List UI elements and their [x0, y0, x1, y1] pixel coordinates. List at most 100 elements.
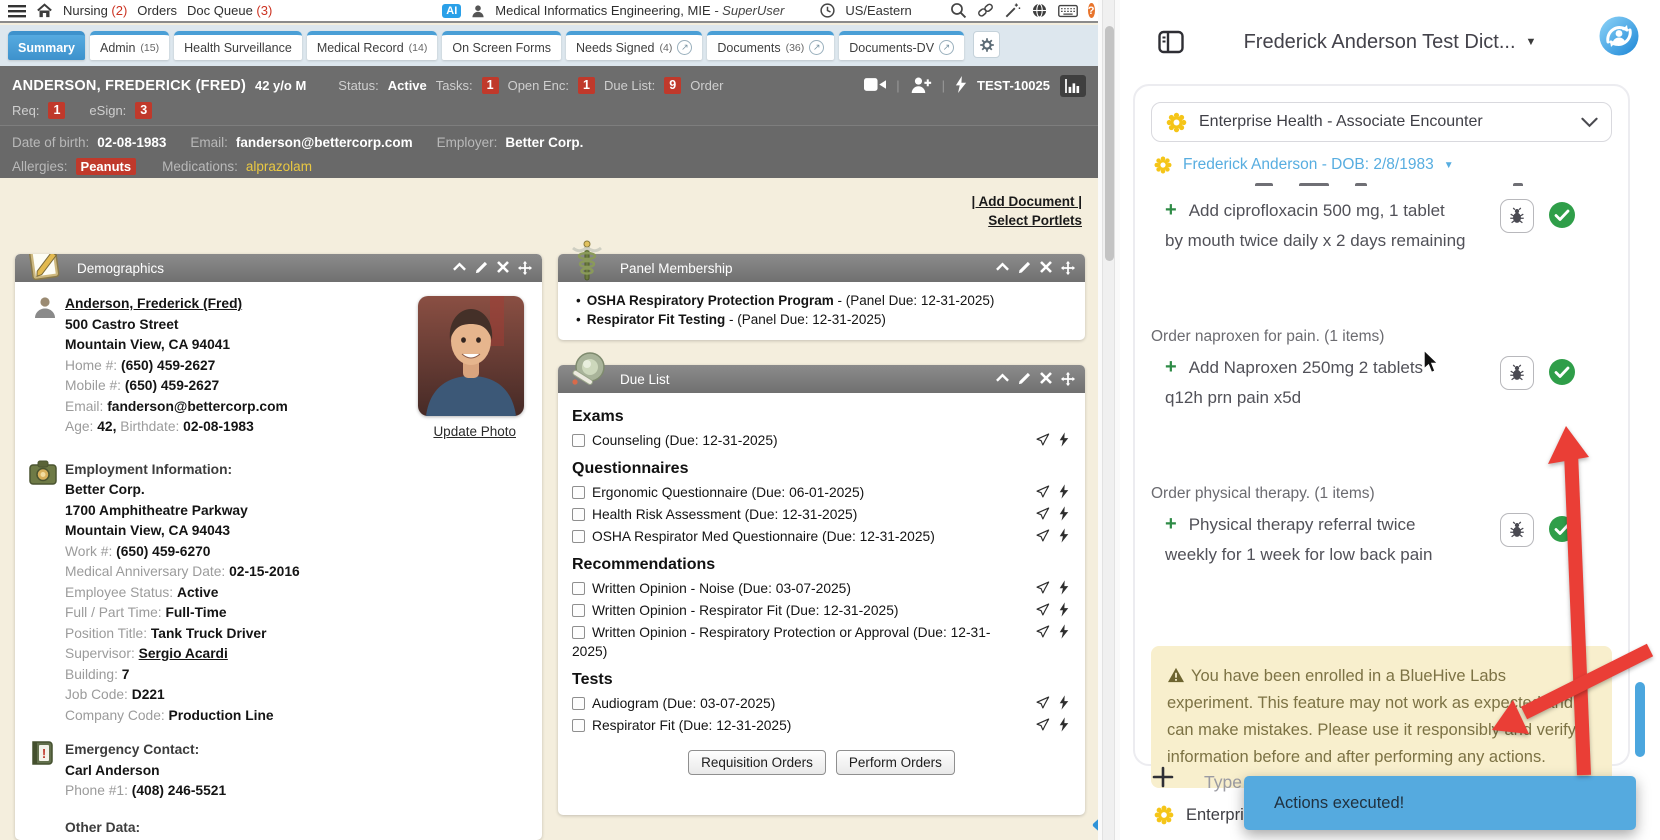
lightning-icon[interactable] — [1059, 484, 1069, 499]
patient-context[interactable]: Frederick Anderson - DOB: 2/8/1983 ▼ — [1153, 153, 1612, 177]
checkbox[interactable] — [572, 434, 585, 447]
encounter-select[interactable]: Enterprise Health - Associate Encounter — [1151, 102, 1612, 142]
send-icon[interactable] — [1035, 432, 1050, 447]
req-count-badge[interactable]: 1 — [48, 102, 65, 119]
send-icon[interactable] — [1035, 506, 1050, 521]
edit-pencil-icon[interactable] — [475, 261, 488, 274]
message-input[interactable]: Type — [1204, 772, 1242, 793]
send-icon[interactable] — [1035, 602, 1050, 617]
checkbox[interactable] — [572, 486, 585, 499]
lightning-icon[interactable] — [1059, 717, 1069, 732]
send-icon[interactable] — [1035, 580, 1050, 595]
nav-doc-queue[interactable]: Doc Queue (3) — [187, 3, 272, 18]
tab-summary[interactable]: Summary — [8, 31, 85, 60]
esign-count-badge[interactable]: 3 — [135, 102, 152, 119]
send-icon[interactable] — [1035, 624, 1050, 639]
checkbox[interactable] — [572, 719, 585, 732]
nav-orders[interactable]: Orders — [137, 3, 177, 18]
collapse-icon[interactable] — [453, 261, 466, 272]
scrollbar-thumb[interactable] — [1105, 26, 1114, 261]
supervisor-link[interactable]: Sergio Acardi — [139, 646, 228, 661]
search-icon[interactable] — [950, 2, 967, 19]
scrollbar-track[interactable] — [1102, 0, 1115, 840]
add-document-link[interactable]: | Add Document | — [971, 194, 1082, 209]
checkbox[interactable] — [572, 626, 585, 639]
edit-pencil-icon[interactable] — [1018, 261, 1031, 274]
tab-needs-signed[interactable]: Needs Signed(4)↗ — [566, 31, 702, 60]
link-icon[interactable] — [977, 2, 994, 19]
send-icon[interactable] — [1035, 695, 1050, 710]
tab-admin[interactable]: Admin(15) — [90, 31, 169, 60]
tab-settings-button[interactable] — [973, 31, 1000, 58]
globe-icon[interactable] — [1031, 2, 1048, 19]
home-icon[interactable] — [36, 3, 53, 18]
open-enc-count-badge[interactable]: 1 — [578, 77, 595, 94]
edit-pencil-icon[interactable] — [1018, 372, 1031, 385]
lightning-icon[interactable] — [1059, 528, 1069, 543]
send-icon[interactable] — [1035, 528, 1050, 543]
order-link[interactable]: Order — [690, 78, 723, 93]
chart-stats-button[interactable] — [1060, 75, 1086, 97]
magic-wand-icon[interactable] — [1004, 2, 1021, 19]
checkbox[interactable] — [572, 604, 585, 617]
medication-value[interactable]: alprazolam — [246, 159, 312, 174]
tab-documents-dv[interactable]: Documents-DV↗ — [839, 31, 964, 60]
checkbox[interactable] — [572, 530, 585, 543]
debug-button[interactable] — [1500, 356, 1534, 390]
lightning-icon[interactable] — [1059, 432, 1069, 447]
send-icon[interactable] — [1035, 717, 1050, 732]
send-icon[interactable] — [1035, 484, 1050, 499]
ai-badge[interactable]: AI — [442, 4, 461, 18]
checkbox[interactable] — [572, 582, 585, 595]
assistant-card: Enterprise Health - Associate Encounter … — [1133, 84, 1630, 766]
lightning-icon[interactable] — [1059, 695, 1069, 710]
tab-on-screen-forms[interactable]: On Screen Forms — [442, 31, 561, 60]
due-list-count-badge[interactable]: 9 — [664, 77, 681, 94]
bluehive-logo[interactable] — [1598, 15, 1640, 62]
help-icon[interactable]: ? — [1088, 3, 1095, 18]
patient-name-link[interactable]: Anderson, Frederick (Fred) — [65, 296, 242, 311]
tab-medical-record[interactable]: Medical Record(14) — [307, 31, 438, 60]
keyboard-icon[interactable] — [1058, 4, 1078, 18]
portlet-header[interactable]: Panel Membership — [558, 254, 1085, 282]
move-icon[interactable] — [1061, 261, 1075, 275]
close-icon[interactable] — [1040, 372, 1052, 384]
select-portlets-link[interactable]: Select Portlets — [988, 213, 1082, 228]
add-person-icon[interactable] — [910, 76, 932, 96]
tasks-count-badge[interactable]: 1 — [482, 77, 499, 94]
checkbox[interactable] — [572, 697, 585, 710]
timezone-label[interactable]: US/Eastern — [845, 3, 911, 18]
allergy-badge[interactable]: Peanuts — [76, 158, 137, 175]
patient-name[interactable]: ANDERSON, FREDERICK (FRED) — [12, 78, 246, 94]
employment-icon — [29, 460, 57, 493]
close-icon[interactable] — [1040, 261, 1052, 273]
video-camera-icon[interactable] — [864, 77, 886, 95]
debug-button[interactable] — [1500, 513, 1534, 547]
move-icon[interactable] — [1061, 372, 1075, 386]
tab-documents[interactable]: Documents(36)↗ — [707, 31, 834, 60]
add-attachment-icon[interactable] — [1152, 766, 1174, 793]
move-icon[interactable] — [518, 261, 532, 275]
lightning-icon[interactable] — [1059, 506, 1069, 521]
close-icon[interactable] — [497, 261, 509, 273]
portlet-header[interactable]: Due List — [558, 365, 1085, 393]
perform-orders-button[interactable]: Perform Orders — [836, 750, 955, 775]
bug-icon — [1508, 207, 1526, 225]
collapse-icon[interactable] — [996, 261, 1009, 272]
lightning-icon[interactable] — [1059, 624, 1069, 639]
tab-health-surveillance[interactable]: Health Surveillance — [174, 31, 302, 60]
requisition-orders-button[interactable]: Requisition Orders — [688, 750, 826, 775]
checkbox[interactable] — [572, 508, 585, 521]
collapse-icon[interactable] — [996, 372, 1009, 383]
due-list-item: OSHA Respirator Med Questionnaire (Due: … — [572, 525, 1071, 547]
lightning-icon[interactable] — [1059, 602, 1069, 617]
lightning-icon[interactable] — [955, 76, 967, 96]
session-title[interactable]: Frederick Anderson Test Dict... — [1244, 31, 1516, 54]
debug-button[interactable] — [1500, 199, 1534, 233]
panel-scrollbar-thumb[interactable] — [1635, 682, 1645, 757]
portlet-header[interactable]: Demographics — [15, 254, 542, 282]
lightning-icon[interactable] — [1059, 580, 1069, 595]
nav-nursing[interactable]: Nursing (2) — [63, 3, 127, 18]
hamburger-menu-icon[interactable] — [8, 4, 26, 18]
dropdown-caret-icon[interactable]: ▼ — [1526, 36, 1537, 48]
